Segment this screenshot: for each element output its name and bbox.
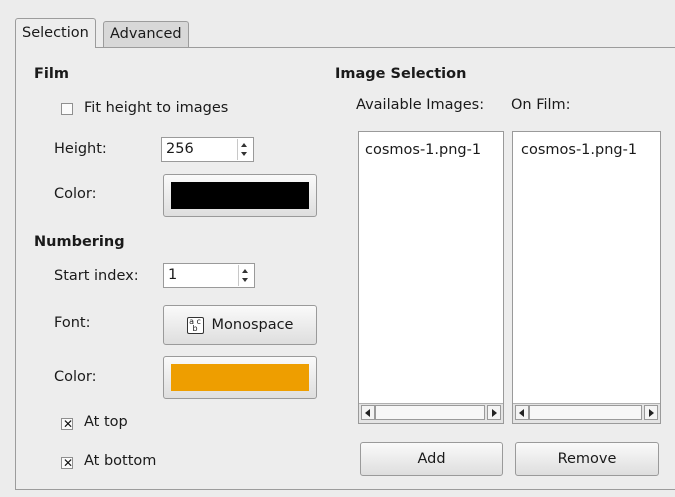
height-spinbutton[interactable]: 256: [161, 137, 254, 162]
fit-height-checkbox[interactable]: [61, 103, 73, 115]
tab-advanced[interactable]: Advanced: [103, 21, 189, 47]
numbering-color-swatch: [171, 364, 309, 391]
add-button-label: Add: [417, 451, 446, 467]
start-index-value: 1: [168, 267, 178, 283]
image-selection-heading: Image Selection: [335, 66, 467, 82]
at-bottom-label: At bottom: [84, 453, 157, 469]
on-film-scrollbar[interactable]: [513, 403, 660, 423]
at-top-label: At top: [84, 414, 128, 430]
scroll-left-arrow-icon[interactable]: [515, 405, 529, 420]
available-images-label: Available Images:: [356, 97, 485, 113]
height-spin-arrows[interactable]: [237, 139, 251, 160]
start-index-spin-arrows[interactable]: [238, 265, 252, 286]
tab-selection-label: Selection: [22, 25, 89, 41]
list-item[interactable]: cosmos-1.png-1: [365, 142, 481, 158]
start-index-spinbutton[interactable]: 1: [163, 263, 255, 288]
list-item[interactable]: cosmos-1.png-1: [521, 142, 637, 158]
available-images-list[interactable]: cosmos-1.png-1: [358, 131, 504, 424]
remove-button-label: Remove: [557, 451, 617, 467]
at-bottom-check-mark: ✕: [62, 456, 74, 470]
at-bottom-checkbox[interactable]: ✕: [61, 456, 74, 470]
available-images-scrollbar[interactable]: [359, 403, 503, 423]
film-color-button[interactable]: [163, 174, 317, 217]
fit-height-label: Fit height to images: [84, 100, 229, 116]
font-icon: a cb: [186, 316, 204, 334]
font-label: Font:: [54, 315, 91, 331]
remove-button[interactable]: Remove: [515, 442, 659, 476]
numbering-heading: Numbering: [34, 234, 125, 250]
at-top-checkbox[interactable]: ✕: [61, 417, 74, 431]
numbering-color-button[interactable]: [163, 356, 317, 399]
tab-advanced-label: Advanced: [110, 26, 182, 42]
scroll-right-arrow-icon[interactable]: [644, 405, 658, 420]
on-film-list[interactable]: cosmos-1.png-1: [512, 131, 661, 424]
on-film-label: On Film:: [511, 97, 571, 113]
scrollbar-thumb[interactable]: [529, 405, 642, 420]
start-index-label: Start index:: [54, 268, 139, 284]
scroll-left-arrow-icon[interactable]: [361, 405, 375, 420]
add-button[interactable]: Add: [360, 442, 503, 476]
film-color-swatch: [171, 182, 309, 209]
film-color-label: Color:: [54, 186, 97, 202]
tab-selection[interactable]: Selection: [15, 18, 96, 48]
scroll-right-arrow-icon[interactable]: [487, 405, 501, 420]
font-button[interactable]: a c b Monospace: [163, 305, 317, 345]
height-label: Height:: [54, 141, 107, 157]
film-heading: Film: [34, 66, 69, 82]
scrollbar-thumb[interactable]: [375, 405, 485, 420]
font-value: Monospace: [211, 317, 294, 333]
at-top-check-mark: ✕: [62, 417, 74, 431]
height-value: 256: [166, 141, 194, 157]
numbering-color-label: Color:: [54, 369, 97, 385]
